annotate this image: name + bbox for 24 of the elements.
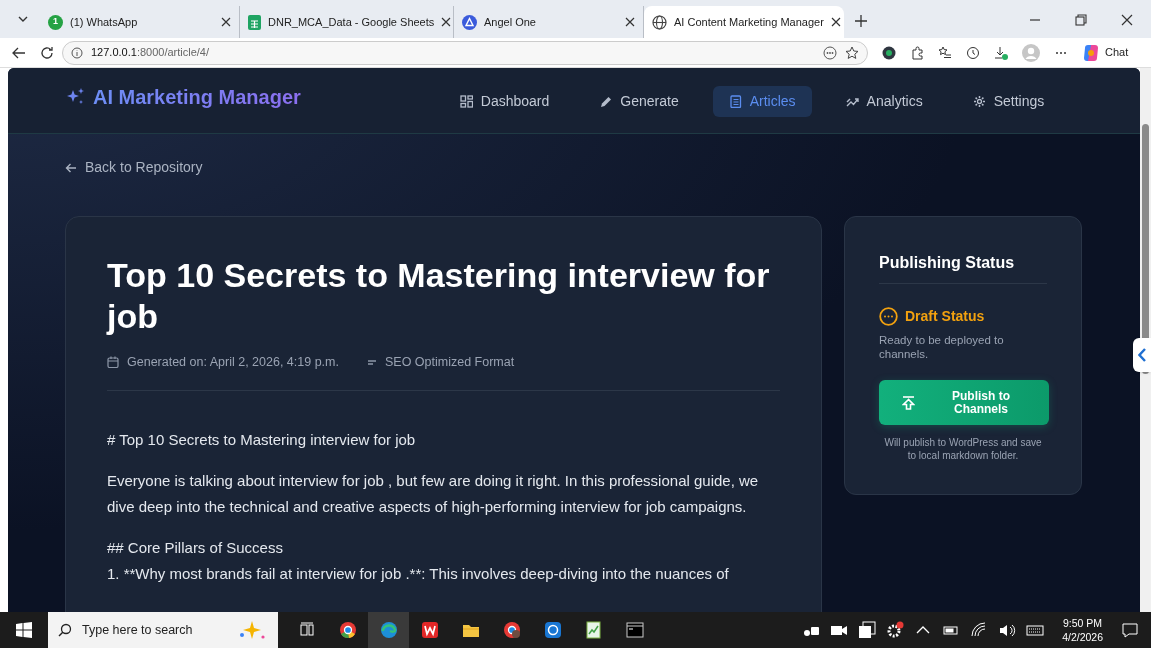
meta-text: SEO Optimized Format xyxy=(384,354,515,371)
address-field[interactable]: 127.0.0.1:8000/article/4/ xyxy=(62,40,868,65)
tab-badge: 1 xyxy=(48,14,63,30)
article-title: Top 10 Secrets to Mastering interview for job xyxy=(107,255,771,337)
article-text: Everyone is talking about interview for job , but few are doing it right. In this professional guide, we dive deep into the technical and creative aspects of high-performing interview for job campaigns. xyxy=(107,470,760,517)
browser-tab[interactable]: AI Content Marketing Manager xyxy=(644,6,844,38)
nav-link[interactable]: Settings xyxy=(956,86,1061,117)
nav-link[interactable]: Articles xyxy=(712,86,812,117)
back-link[interactable]: Back to Repository xyxy=(65,157,203,178)
nav-link[interactable]: Dashboard xyxy=(443,86,566,117)
taskbar-search-field[interactable]: Type here to search xyxy=(48,612,278,648)
nav-link[interactable]: Generate xyxy=(583,86,695,117)
draft-status: Draft Status xyxy=(905,307,985,326)
clock-date[interactable]: 4/2/2026 xyxy=(1062,630,1103,644)
article-text: # Top 10 Secrets to Mastering interview for job xyxy=(107,429,417,450)
article-text: ## Core Pillars of Success xyxy=(107,537,284,558)
nav-link[interactable]: Analytics xyxy=(829,86,939,117)
chat-button[interactable]: Chat xyxy=(1082,43,1129,62)
panel-title: Publishing Status xyxy=(879,251,1047,284)
article-text: 1. **Why most brands fail at interview for job .**: This involves deep-diving into the nuances of xyxy=(107,563,730,584)
clock-time[interactable]: 9:50 PM xyxy=(1063,616,1103,630)
meta-text: Generated on: April 2, 2026, 4:19 p.m. xyxy=(127,354,339,371)
publish-note: Will publish to WordPress and save to local markdown folder. xyxy=(883,436,1043,462)
status-description: Ready to be deployed to channels. xyxy=(879,333,1005,361)
